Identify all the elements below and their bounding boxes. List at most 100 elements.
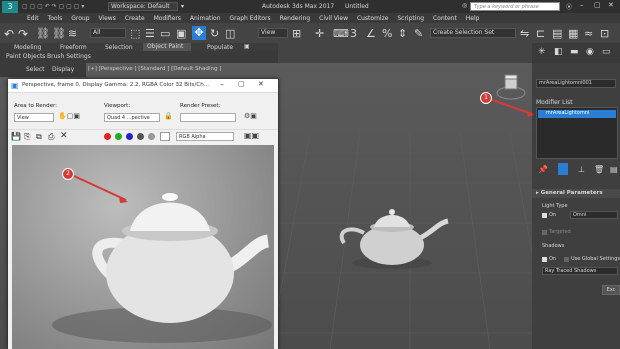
rotate-icon[interactable]: ↻: [210, 27, 219, 40]
mono-icon[interactable]: [148, 133, 155, 140]
render-preset-dropdown[interactable]: [180, 113, 236, 122]
use-global-checkbox[interactable]: [564, 257, 569, 262]
clear-icon[interactable]: ✕: [60, 131, 68, 141]
select-by-name-icon[interactable]: ☰: [145, 27, 155, 40]
minimize-icon[interactable]: –: [580, 1, 584, 9]
search-field[interactable]: Type a keyword or phrase: [470, 2, 560, 11]
select-tab[interactable]: Select: [26, 66, 45, 73]
modifier-list-dropdown[interactable]: Modifier List: [536, 99, 573, 106]
select-move-button[interactable]: ✥: [192, 26, 206, 40]
maximize-icon[interactable]: ▢: [238, 80, 245, 88]
tab-selection[interactable]: Selection: [105, 44, 133, 51]
menu-customize[interactable]: Customize: [357, 15, 389, 22]
move-icon[interactable]: ✛: [315, 27, 324, 40]
spinner-snap-icon[interactable]: ⇕: [398, 27, 407, 40]
select-object-icon[interactable]: ⬚: [130, 27, 140, 40]
paint-objects-label[interactable]: Paint Objects: [6, 53, 45, 60]
close-icon[interactable]: ✕: [608, 1, 614, 9]
remove-modifier-icon[interactable]: 🗑: [594, 165, 604, 174]
undo-icon[interactable]: ↶: [4, 27, 14, 41]
workspace-dropdown[interactable]: Workspace: Default: [108, 2, 178, 11]
display-channel-dropdown[interactable]: RGB Alpha: [176, 132, 234, 141]
percent-snap-icon[interactable]: %: [382, 27, 392, 40]
configure-sets-icon[interactable]: ▤: [610, 165, 618, 174]
menu-group[interactable]: Group: [71, 15, 89, 22]
window-crossing-icon[interactable]: ▣: [176, 27, 186, 40]
motion-tab-icon[interactable]: ◉: [586, 47, 594, 57]
object-name-field[interactable]: mrAreaLightomni001: [536, 79, 616, 88]
pin-stack-icon[interactable]: 📌: [538, 165, 548, 174]
layer-explorer-icon[interactable]: ▤: [552, 27, 562, 40]
align-icon[interactable]: ⊏: [536, 27, 545, 40]
unlink-icon[interactable]: ⛓: [52, 27, 66, 40]
print-icon[interactable]: ⎙: [48, 132, 54, 142]
frame-buffer-icons[interactable]: ▣▣: [244, 131, 259, 140]
menu-graph-editors[interactable]: Graph Editors: [229, 15, 270, 22]
user-icon[interactable]: ⦿: [566, 2, 572, 11]
minimize-icon[interactable]: –: [220, 80, 224, 89]
rectangular-selection-icon[interactable]: ▭: [160, 27, 170, 40]
targeted-checkbox[interactable]: [542, 230, 547, 235]
selection-filter-dropdown[interactable]: All: [90, 28, 126, 38]
background-swatch[interactable]: [160, 132, 170, 141]
modify-tab-icon[interactable]: ◧: [554, 47, 563, 57]
tab-modeling[interactable]: Modeling: [14, 44, 41, 51]
hierarchy-tab-icon[interactable]: ▬: [570, 47, 579, 57]
lock-icon[interactable]: 🔒: [164, 112, 173, 120]
light-on-checkbox[interactable]: [542, 213, 547, 218]
alpha-channel-icon[interactable]: [137, 133, 144, 140]
scene-explorer-icon[interactable]: ▦: [568, 27, 578, 40]
menu-edit[interactable]: Edit: [27, 15, 39, 22]
pivot-icon[interactable]: ⊞: [292, 27, 301, 40]
red-channel-icon[interactable]: [104, 133, 111, 140]
mirror-icon[interactable]: ⇋: [520, 27, 529, 40]
blue-channel-icon[interactable]: [126, 133, 133, 140]
keyboard-shortcut-icon[interactable]: ⌨: [333, 27, 349, 40]
render-setup-icon[interactable]: ⚙▣: [244, 112, 257, 120]
render-region-icons[interactable]: ✋▢▣: [58, 112, 80, 120]
edit-named-selection-icon[interactable]: ✎: [414, 27, 423, 40]
menu-animation[interactable]: Animation: [190, 15, 221, 22]
menu-tools[interactable]: Tools: [48, 15, 63, 22]
binoculars-icon[interactable]: ◎: [462, 2, 467, 9]
viewport-dropdown[interactable]: Quad 4 ...pective: [104, 113, 160, 122]
search-input[interactable]: Type a keyword or phrase: [474, 4, 539, 10]
area-to-render-dropdown[interactable]: View: [14, 113, 54, 122]
menu-scripting[interactable]: Scripting: [397, 15, 424, 22]
ribbon-toggle-icon[interactable]: ▣: [244, 43, 250, 50]
menu-content[interactable]: Content: [433, 15, 457, 22]
menu-help[interactable]: Help: [466, 15, 480, 22]
show-end-result-button[interactable]: [558, 163, 568, 175]
angle-snap-icon[interactable]: ∠: [366, 27, 376, 40]
reference-coordinate-dropdown[interactable]: View: [258, 28, 288, 38]
exclude-button[interactable]: Exc: [602, 285, 620, 295]
tab-populate[interactable]: Populate: [207, 44, 233, 51]
shadow-type-dropdown[interactable]: Ray Traced Shadows: [542, 267, 618, 275]
redo-icon[interactable]: ↷: [18, 27, 28, 41]
tab-freeform[interactable]: Freeform: [60, 44, 87, 51]
quick-access-icons[interactable]: ▢ ▢ ▢ ↶ ↷ ▢ ▢ ▢ ▾: [22, 3, 102, 10]
display-tab[interactable]: Display: [52, 66, 74, 73]
named-selection-set-dropdown[interactable]: Create Selection Set: [430, 28, 516, 38]
bind-space-warp-icon[interactable]: ≋: [68, 27, 77, 40]
green-channel-icon[interactable]: [115, 133, 122, 140]
schematic-view-icon[interactable]: ⊡: [600, 27, 609, 40]
make-unique-icon[interactable]: ⊥: [578, 165, 585, 174]
create-tab-icon[interactable]: ✳: [538, 47, 546, 57]
clone-window-icon[interactable]: ⧉: [36, 132, 42, 142]
display-tab-icon[interactable]: ▭: [602, 47, 611, 57]
link-icon[interactable]: ⛓: [36, 27, 50, 40]
menu-modifiers[interactable]: Modifiers: [154, 15, 181, 22]
brush-settings-label[interactable]: Brush Settings: [47, 53, 91, 60]
save-image-icon[interactable]: 💾: [11, 132, 21, 141]
rollout-header[interactable]: ▸ General Parameters: [532, 189, 620, 198]
light-type-dropdown[interactable]: Omni: [570, 211, 618, 219]
snap-3-icon[interactable]: 3: [350, 27, 357, 40]
menu-views[interactable]: Views: [98, 15, 115, 22]
close-icon[interactable]: ✕: [258, 80, 264, 88]
tab-object-paint[interactable]: Object Paint: [143, 43, 191, 51]
menu-civil-view[interactable]: Civil View: [319, 15, 348, 22]
curve-editor-icon[interactable]: ≈: [584, 27, 593, 40]
stack-item[interactable]: mrAreaLightomni: [538, 110, 616, 118]
viewport-label[interactable]: [+] [Perspective ] [Standard ] [Default …: [88, 66, 221, 72]
